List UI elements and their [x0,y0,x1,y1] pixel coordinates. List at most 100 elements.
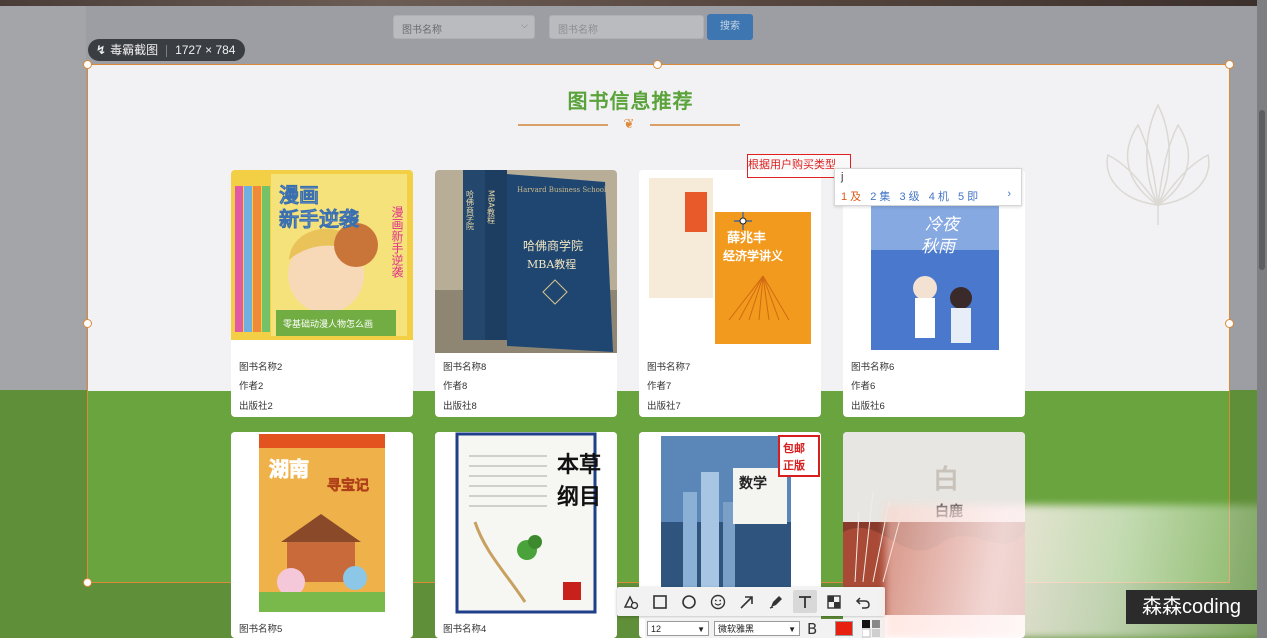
chevron-down-icon: ▼ [697,625,705,634]
search-input-placeholder: 图书名称 [558,25,598,36]
book-name: 图书名称2 [239,362,283,373]
ellipse-tool-icon[interactable] [677,590,701,613]
resize-handle-n[interactable] [654,61,661,68]
spine-text-1: 哈佛商学院 [466,189,475,231]
book-author: 作者6 [851,381,876,392]
cover-big-glyph: 白 [933,464,959,495]
arrow-tool-icon[interactable] [735,590,759,613]
cover-title-line2: 经济学讲义 [723,248,784,263]
scrollbar-track[interactable] [1257,0,1267,638]
book-card[interactable]: 经济 薛兆丰 经济学讲义 图书名称7 作者7 出版社7 [639,170,821,417]
book-card[interactable]: 漫画 新手逆袭 漫画新手逆袭 零基础动漫人物怎么画 图书名称2 作者2 出版社2 [231,170,413,417]
badge-separator [166,44,168,57]
capture-size-badge: ↯ 毒霸截图 1727 × 784 [88,39,246,61]
cover-title: 数学 [739,475,767,492]
cover-side-title: 漫画新手逆袭 [390,206,404,279]
ime-candidate-list: 1 及 2 集 3 级 4 机 5 即 [841,188,984,204]
ime-candidate[interactable]: 1 及 [841,191,861,203]
ime-composition: j [841,171,844,183]
capture-tool-name: 毒霸截图 [110,43,159,57]
cover-title-line1: 湖南 [269,457,309,481]
font-family-select[interactable]: 微软雅黑 ▼ [714,621,800,636]
cover-title: 哈佛商学院 [523,238,583,253]
move-cursor-icon [734,212,752,230]
chevron-down-icon: ⌵ [521,20,528,30]
cover-title-line2: 新手逆袭 [279,207,360,231]
capture-toolbar [617,587,885,616]
ime-candidate[interactable]: 4 机 [929,191,949,203]
undo-tool-icon[interactable] [851,590,875,613]
capture-dimensions: 1727 × 784 [175,43,236,57]
cover-title-line2: 纲目 [557,484,601,510]
shape-tool-icon[interactable] [619,590,643,613]
header-image-strip [0,0,1267,6]
book-author: 作者8 [443,381,468,392]
book-name: 图书名称4 [443,624,487,635]
capture-logo-icon: ↯ [96,43,107,57]
divider-line-left [518,124,608,126]
video-watermark: 森森coding [1126,590,1257,624]
book-name: 图书名称5 [239,624,283,635]
back-book-title: 经济 [686,207,697,226]
book-cover: 湖南 寻宝记 [231,432,413,615]
text-tool-icon[interactable] [793,590,817,613]
book-publisher: 出版社7 [647,401,681,412]
cover-title-line2: 秋雨 [921,237,958,257]
lotus-ornament-icon: ❦ [623,116,635,131]
bold-button[interactable]: B [807,620,817,638]
resize-handle-ne[interactable] [1226,61,1233,68]
cover-title-line1: 本草 [557,452,601,478]
search-type-value: 图书名称 [402,25,442,36]
resize-handle-w[interactable] [84,320,91,327]
spine-text-2: MBA教程 [487,190,496,225]
resize-handle-nw[interactable] [84,61,91,68]
text-properties-bar: 12 ▼ 微软雅黑 ▼ B [645,619,885,638]
book-publisher: 出版社8 [443,401,477,412]
promo-stamp-line1: 包邮 [782,441,805,455]
promo-stamp-line2: 正版 [783,458,805,472]
chevron-down-icon: ▼ [788,625,796,634]
book-card[interactable]: 哈佛商学院 MBA教程 哈佛商学院 MBA教程 Harvard Business… [435,170,617,417]
cover-title-line2: 寻宝记 [327,477,369,494]
search-type-select[interactable]: 图书名称 ⌵ [393,15,535,39]
search-button[interactable]: 搜索 [707,14,753,40]
book-cover: 本草 纲目 [435,432,617,615]
ime-candidate-window[interactable]: j 1 及 2 集 3 级 4 机 5 即 › [834,168,1022,206]
cover-title-line1: 冷夜 [925,215,962,235]
book-card[interactable]: 本草 纲目 图书名称4 [435,432,617,638]
book-name: 图书名称7 [647,362,691,373]
book-cover: 经济 薛兆丰 经济学讲义 [639,170,821,353]
cover-eng-title: Harvard Business School [517,186,607,194]
resize-handle-e[interactable] [1226,320,1233,327]
divider-line-right [650,124,740,126]
mosaic-tool-icon[interactable] [822,590,846,613]
book-card[interactable]: 冷夜 秋雨 图书名称6 作者6 出版社6 [843,170,1025,417]
book-author: 作者2 [239,381,264,392]
ime-candidate[interactable]: 2 集 [870,191,890,203]
book-cover: 漫画 新手逆袭 漫画新手逆袭 零基础动漫人物怎么画 [231,170,413,353]
section-title: 图书信息推荐 [567,91,694,113]
cover-subtitle: MBA教程 [527,258,576,271]
book-publisher: 出版社6 [851,401,885,412]
book-card[interactable]: 湖南 寻宝记 图书名称5 [231,432,413,638]
ime-candidate[interactable]: 3 级 [900,191,920,203]
cover-subtitle: 零基础动漫人物怎么画 [283,318,373,330]
font-size-select[interactable]: 12 ▼ [647,621,709,636]
book-name: 图书名称6 [851,362,895,373]
book-cover: 哈佛商学院 MBA教程 哈佛商学院 MBA教程 Harvard Business… [435,170,617,353]
font-size-value: 12 [651,624,662,634]
search-input[interactable]: 图书名称 [549,15,704,39]
resize-handle-sw[interactable] [84,579,91,586]
current-color-swatch[interactable] [835,621,853,636]
scrollbar-thumb[interactable] [1259,110,1265,270]
ime-candidate[interactable]: 5 即 [958,191,978,203]
cover-title-line1: 薛兆丰 [727,230,766,246]
title-divider: ❦ [518,117,740,131]
ime-next-page-icon[interactable]: › [1007,188,1011,200]
pen-tool-icon[interactable] [764,590,788,613]
cover-title-line1: 漫画 [279,183,319,207]
book-name: 图书名称8 [443,362,487,373]
rectangle-tool-icon[interactable] [648,590,672,613]
emoji-tool-icon[interactable] [706,590,730,613]
color-palette-icon[interactable] [862,619,885,638]
